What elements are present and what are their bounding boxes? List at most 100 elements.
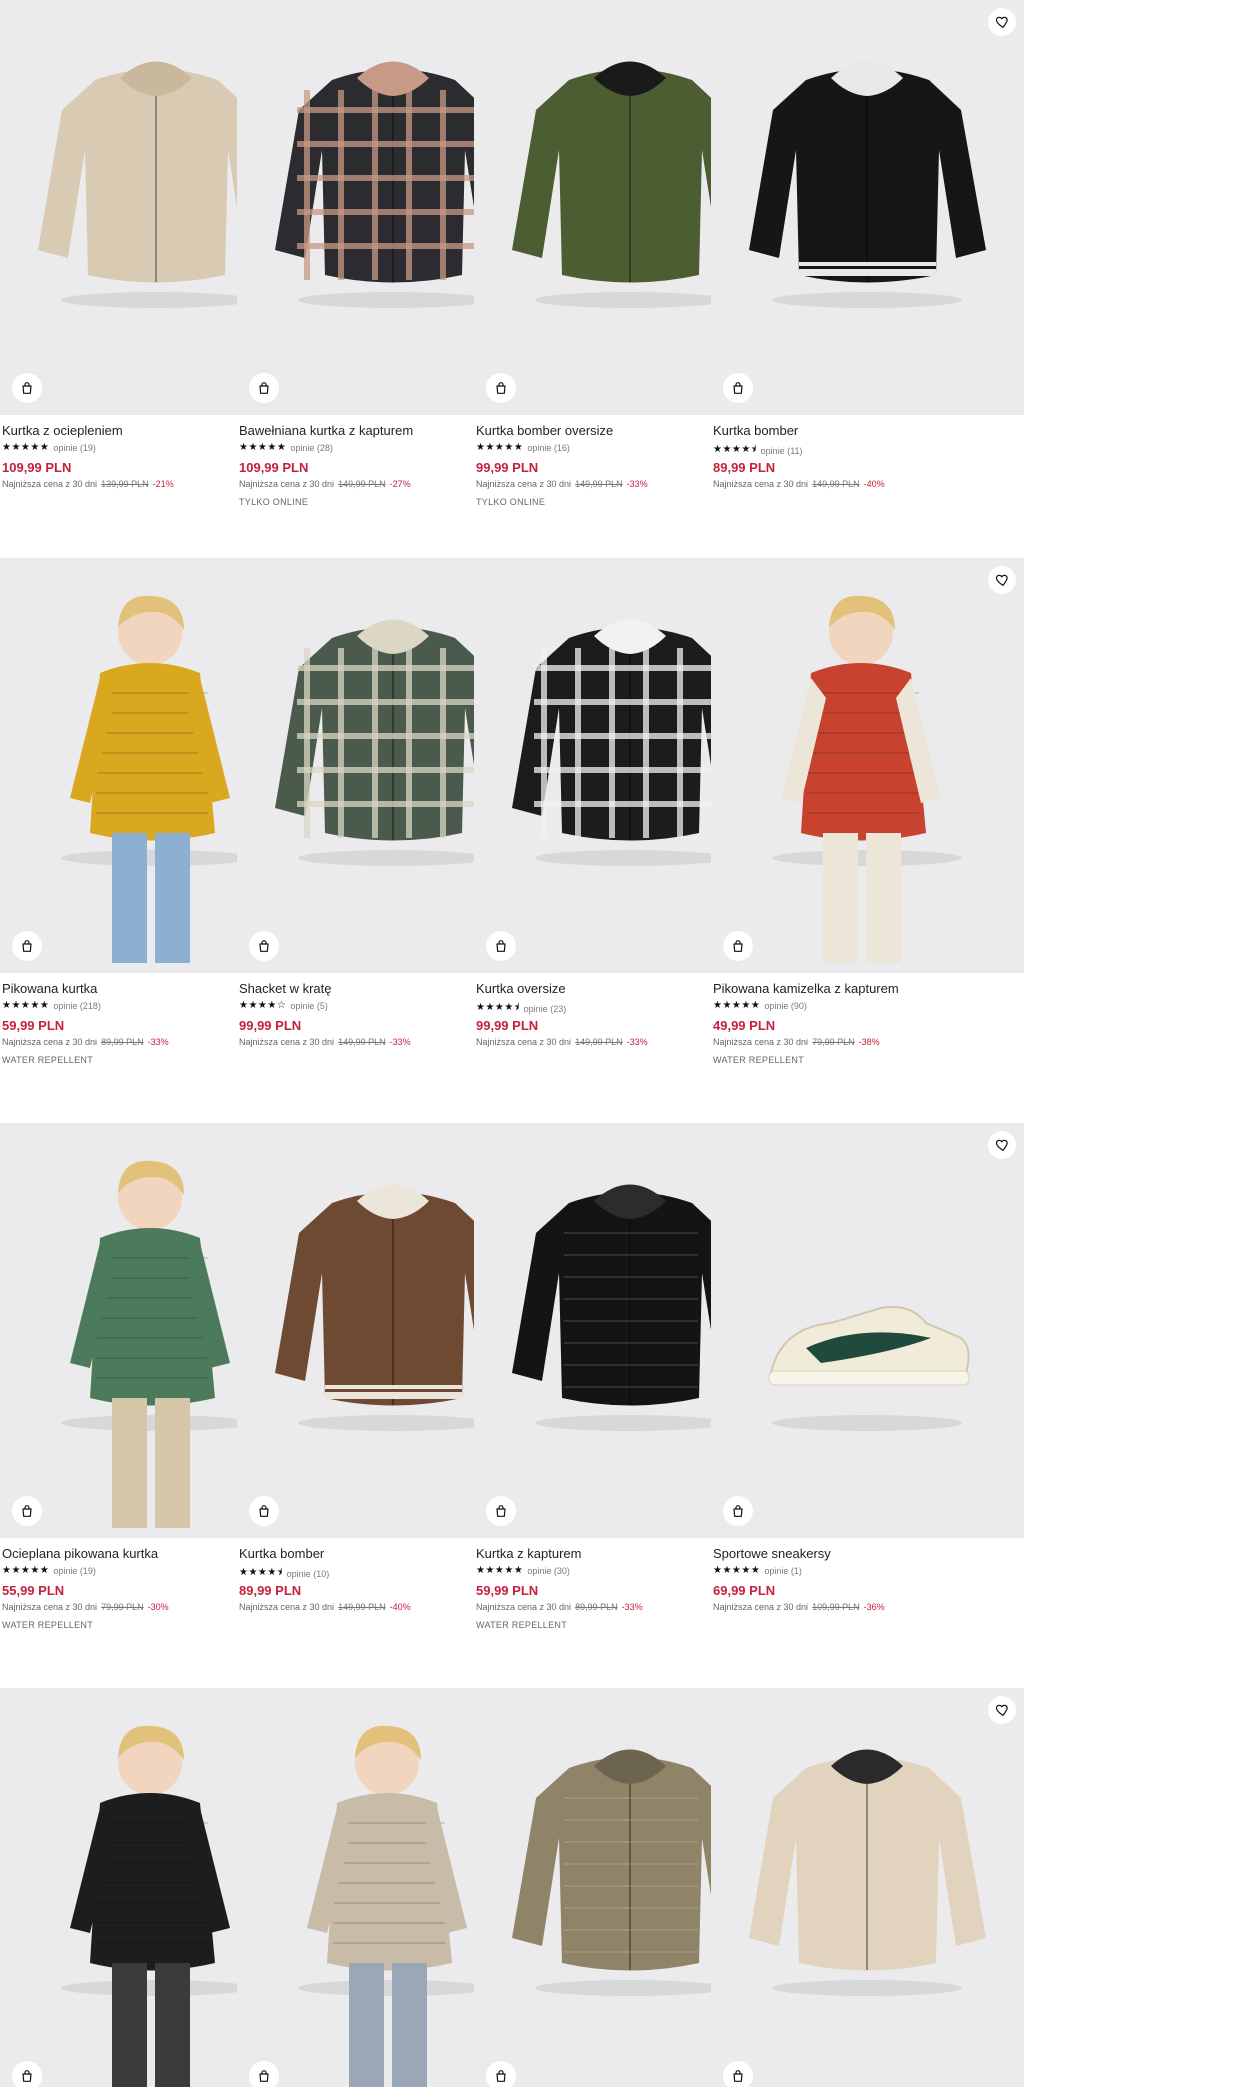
- lowest-price-label: Najniższa cena z 30 dni: [476, 479, 572, 489]
- product-title[interactable]: Kurtka z kapturem: [476, 1546, 582, 1561]
- product-rating: ★★★★★ opinie (1): [713, 1565, 802, 1576]
- add-to-bag-icon[interactable]: [486, 1496, 516, 1526]
- product-title[interactable]: Ocieplana pikowana kurtka: [2, 1546, 158, 1561]
- varsity-jacket-image[interactable]: [711, 0, 1024, 415]
- product-title[interactable]: Kurtka bomber: [239, 1546, 324, 1561]
- product-rating: ★★★★★ opinie (28): [239, 442, 333, 453]
- add-to-bag-icon[interactable]: [249, 931, 279, 961]
- lowest-price-info: Najniższa cena z 30 dni 79,99 PLN -38%: [713, 1037, 880, 1047]
- review-count[interactable]: opinie (1): [764, 1566, 802, 1576]
- lowest-price-info: Najniższa cena z 30 dni 149,99 PLN -33%: [476, 1037, 648, 1047]
- rating-stars: ★★★★★: [239, 442, 287, 453]
- lowest-price-label: Najniższa cena z 30 dni: [239, 479, 335, 489]
- discount-badge: -36%: [863, 1602, 885, 1612]
- puffer-vest-image[interactable]: [711, 558, 1024, 973]
- add-to-bag-icon[interactable]: [486, 931, 516, 961]
- review-count[interactable]: opinie (28): [290, 443, 333, 453]
- add-to-bag-icon[interactable]: [486, 373, 516, 403]
- review-count[interactable]: opinie (218): [53, 1001, 101, 1011]
- lowest-price-info: Najniższa cena z 30 dni 149,99 PLN -40%: [239, 1602, 411, 1612]
- add-to-bag-icon[interactable]: [249, 2061, 279, 2087]
- lowest-price-info: Najniższa cena z 30 dni 149,99 PLN -33%: [476, 479, 648, 489]
- product-price: 69,99 PLN: [713, 1583, 776, 1598]
- review-count[interactable]: opinie (19): [53, 1566, 96, 1576]
- product-title[interactable]: Bawełniana kurtka z kapturem: [239, 423, 413, 438]
- product-title[interactable]: Kurtka bomber oversize: [476, 423, 613, 438]
- lowest-price-info: Najniższa cena z 30 dni 89,99 PLN -33%: [2, 1037, 169, 1047]
- add-to-bag-icon[interactable]: [486, 2061, 516, 2087]
- product-price: 109,99 PLN: [239, 460, 309, 475]
- product-price: 89,99 PLN: [713, 460, 776, 475]
- add-to-bag-icon[interactable]: [723, 373, 753, 403]
- rating-stars: ★★★★☆: [239, 1000, 287, 1011]
- product-rating: ★★★★⯨ opinie (10): [239, 1565, 329, 1582]
- product-title[interactable]: Pikowana kurtka: [2, 981, 97, 996]
- product-title[interactable]: Kurtka bomber: [713, 423, 798, 438]
- add-to-bag-icon[interactable]: [249, 1496, 279, 1526]
- old-price: 149,99 PLN: [338, 479, 386, 489]
- discount-badge: -40%: [389, 1602, 411, 1612]
- product-price: 99,99 PLN: [476, 460, 539, 475]
- wishlist-heart-icon[interactable]: [988, 8, 1016, 36]
- product-price: 109,99 PLN: [2, 460, 72, 475]
- review-count[interactable]: opinie (11): [761, 446, 803, 456]
- product-title[interactable]: Sportowe sneakersy: [713, 1546, 831, 1561]
- wishlist-heart-icon[interactable]: [988, 1131, 1016, 1159]
- review-count[interactable]: opinie (16): [527, 443, 570, 453]
- lowest-price-info: Najniższa cena z 30 dni 149,99 PLN -27%: [239, 479, 411, 489]
- add-to-bag-icon[interactable]: [249, 373, 279, 403]
- product-price: 99,99 PLN: [476, 1018, 539, 1033]
- review-count[interactable]: opinie (23): [524, 1004, 567, 1014]
- sneaker-image[interactable]: [711, 1123, 1024, 1538]
- product-tag: WATER REPELLENT: [2, 1620, 94, 1630]
- product-title[interactable]: Kurtka oversize: [476, 981, 566, 996]
- add-to-bag-icon[interactable]: [12, 931, 42, 961]
- lowest-price-info: Najniższa cena z 30 dni 149,99 PLN -33%: [239, 1037, 411, 1047]
- discount-badge: -33%: [626, 479, 648, 489]
- product-rating: ★★★★★ opinie (19): [2, 1565, 96, 1576]
- lowest-price-label: Najniższa cena z 30 dni: [239, 1037, 335, 1047]
- add-to-bag-icon[interactable]: [12, 1496, 42, 1526]
- wishlist-heart-icon[interactable]: [988, 1696, 1016, 1724]
- rating-stars: ★★★★★: [2, 1565, 50, 1576]
- rating-stars: ★★★★⯨: [713, 444, 757, 455]
- old-price: 139,99 PLN: [101, 479, 149, 489]
- add-to-bag-icon[interactable]: [723, 2061, 753, 2087]
- discount-badge: -33%: [147, 1037, 169, 1047]
- product-price: 99,99 PLN: [239, 1018, 302, 1033]
- add-to-bag-icon[interactable]: [723, 1496, 753, 1526]
- discount-badge: -33%: [621, 1602, 643, 1612]
- lowest-price-label: Najniższa cena z 30 dni: [2, 479, 98, 489]
- wishlist-heart-icon[interactable]: [988, 566, 1016, 594]
- product-title[interactable]: Pikowana kamizelka z kapturem: [713, 981, 899, 996]
- review-count[interactable]: opinie (5): [290, 1001, 328, 1011]
- product-tag: WATER REPELLENT: [713, 1055, 805, 1065]
- product-tag: TYLKO ONLINE: [476, 497, 546, 507]
- lowest-price-label: Najniższa cena z 30 dni: [476, 1602, 572, 1612]
- old-price: 149,99 PLN: [575, 479, 623, 489]
- product-title[interactable]: Kurtka z ociepleniem: [2, 423, 123, 438]
- rating-stars: ★★★★⯨: [476, 1002, 520, 1013]
- old-price: 149,99 PLN: [338, 1602, 386, 1612]
- old-price: 79,99 PLN: [812, 1037, 855, 1047]
- product-rating: ★★★★★ opinie (218): [2, 1000, 101, 1011]
- lowest-price-label: Najniższa cena z 30 dni: [713, 1037, 809, 1047]
- review-count[interactable]: opinie (30): [527, 1566, 570, 1576]
- product-rating: ★★★★★ opinie (90): [713, 1000, 807, 1011]
- beige-hoodie-image[interactable]: [711, 1688, 1024, 2087]
- product-title[interactable]: Shacket w kratę: [239, 981, 332, 996]
- rating-stars: ★★★★★: [713, 1000, 761, 1011]
- product-rating: ★★★★★ opinie (19): [2, 442, 96, 453]
- lowest-price-info: Najniższa cena z 30 dni 89,99 PLN -33%: [476, 1602, 643, 1612]
- add-to-bag-icon[interactable]: [723, 931, 753, 961]
- discount-badge: -33%: [626, 1037, 648, 1047]
- add-to-bag-icon[interactable]: [12, 373, 42, 403]
- lowest-price-label: Najniższa cena z 30 dni: [476, 1037, 572, 1047]
- discount-badge: -38%: [858, 1037, 880, 1047]
- review-count[interactable]: opinie (90): [764, 1001, 807, 1011]
- rating-stars: ★★★★⯨: [239, 1567, 283, 1578]
- add-to-bag-icon[interactable]: [12, 2061, 42, 2087]
- product-tag: TYLKO ONLINE: [239, 497, 309, 507]
- review-count[interactable]: opinie (10): [287, 1569, 330, 1579]
- review-count[interactable]: opinie (19): [53, 443, 96, 453]
